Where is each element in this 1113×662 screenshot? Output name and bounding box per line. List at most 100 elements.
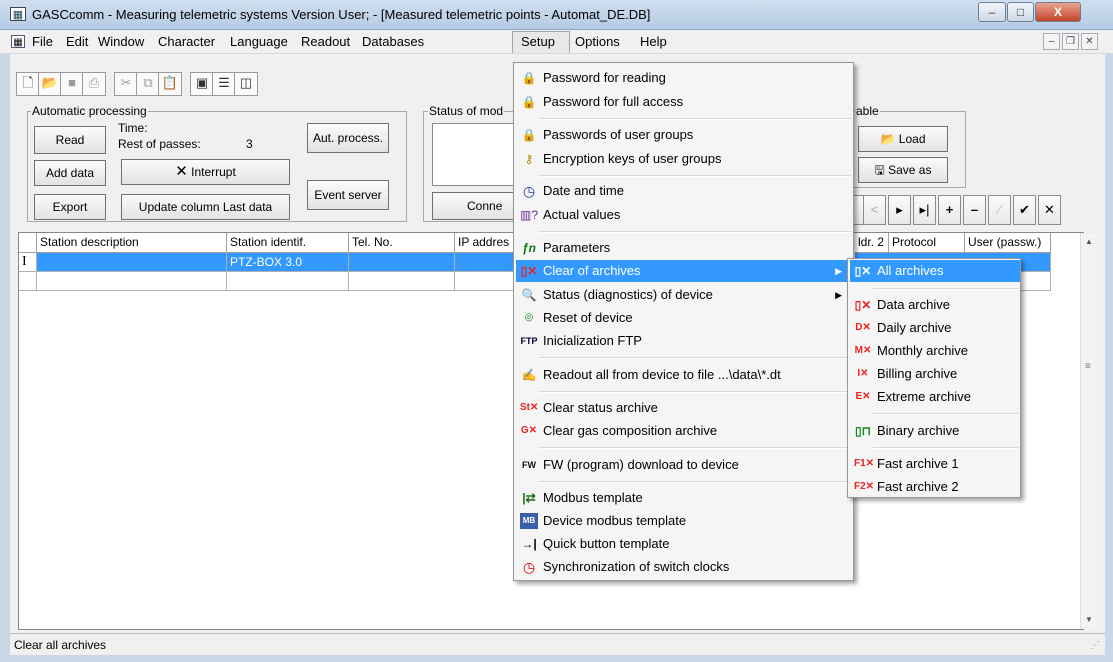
nav-edit-icon[interactable]: ∕ xyxy=(988,195,1011,225)
cell-identif[interactable]: PTZ-BOX 3.0 xyxy=(227,253,349,272)
menu-window[interactable]: Window xyxy=(98,34,144,49)
maximize-button[interactable]: □ xyxy=(1007,2,1034,22)
nav-post-icon[interactable]: ✔ xyxy=(1013,195,1036,225)
setup-menu: 🔒 Password for reading 🔒 Password for full… xyxy=(513,62,854,581)
menu-password-full[interactable]: 🔒 Password for full access xyxy=(516,91,852,113)
cascade-icon[interactable]: ▣ xyxy=(190,72,214,96)
cut-icon[interactable]: ✂ xyxy=(114,72,138,96)
menu-status-diagnostics[interactable]: 🔍 Status (diagnostics) of device ▶ xyxy=(516,284,852,306)
ftp-icon: FTP xyxy=(520,336,538,346)
nav-last-icon[interactable]: ▸| xyxy=(913,195,936,225)
menu-readout-file[interactable]: ✍ Readout all from device to file ...\dat… xyxy=(516,364,852,386)
menu-setup[interactable]: Setup xyxy=(521,34,555,49)
menu-init-ftp[interactable]: FTP Inicialization FTP xyxy=(516,330,852,352)
menu-file[interactable]: File xyxy=(32,34,53,49)
status-bar: Clear all archives ⋰ xyxy=(10,633,1105,655)
cell-description[interactable] xyxy=(37,272,227,291)
export-button[interactable]: Export xyxy=(34,194,106,220)
scroll-up-icon[interactable]: ▲ xyxy=(1085,237,1093,246)
cell-tel[interactable] xyxy=(349,272,455,291)
scroll-grip-icon[interactable]: ≡ xyxy=(1085,361,1091,372)
read-button[interactable]: Read xyxy=(34,126,106,154)
nav-insert-icon[interactable]: + xyxy=(938,195,961,225)
menu-options[interactable]: Options xyxy=(575,34,620,49)
submenu-fast-archive-1[interactable]: F1✕ Fast archive 1 xyxy=(850,453,1020,475)
menu-character[interactable]: Character xyxy=(158,34,215,49)
row-indicator[interactable]: I xyxy=(19,253,37,272)
menu-clear-gas[interactable]: G✕ Clear gas composition archive xyxy=(516,420,852,442)
close-button[interactable]: X xyxy=(1035,2,1081,22)
mdi-minimize-button[interactable]: – xyxy=(1043,33,1060,50)
event-server-button[interactable]: Event server xyxy=(307,180,389,210)
resize-grip-icon[interactable]: ⋰ xyxy=(1090,640,1100,651)
header-ip-address[interactable]: IP addres xyxy=(455,233,515,253)
interrupt-button[interactable]: ✕ Interrupt xyxy=(121,159,290,185)
mdi-close-button[interactable]: ✕ xyxy=(1081,33,1098,50)
header-addr-2[interactable]: ldr. 2 xyxy=(855,233,889,253)
header-tel-no[interactable]: Tel. No. xyxy=(349,233,455,253)
paste-icon[interactable]: 📋 xyxy=(158,72,182,96)
menu-clear-status[interactable]: St✕ Clear status archive xyxy=(516,397,852,419)
nav-previous-icon[interactable]: < xyxy=(863,195,886,225)
menu-password-reading[interactable]: 🔒 Password for reading xyxy=(516,67,852,89)
menu-help[interactable]: Help xyxy=(640,34,667,49)
update-column-button[interactable]: Update column Last data xyxy=(121,194,290,220)
print-icon[interactable]: ⎙ xyxy=(82,72,106,96)
menu-readout[interactable]: Readout xyxy=(301,34,350,49)
vertical-scrollbar[interactable]: ▲ ≡ ▼ xyxy=(1080,233,1097,629)
submenu-data-archive[interactable]: ▯✕ Data archive xyxy=(850,294,1020,316)
cell-description[interactable] xyxy=(37,253,227,272)
header-protocol[interactable]: Protocol xyxy=(889,233,965,253)
interrupt-label: Interrupt xyxy=(191,165,236,179)
menu-edit[interactable]: Edit xyxy=(66,34,88,49)
menu-parameters[interactable]: ƒn Parameters xyxy=(516,237,852,259)
open-icon[interactable]: 📂 xyxy=(38,72,62,96)
nav-delete-icon[interactable]: – xyxy=(963,195,986,225)
mdi-restore-button[interactable]: ❐ xyxy=(1062,33,1079,50)
new-icon[interactable]: 🗋 xyxy=(16,72,40,96)
minimize-button[interactable]: – xyxy=(978,2,1006,22)
tile-vertical-icon[interactable]: ◫ xyxy=(234,72,258,96)
header-user-passw[interactable]: User (passw.) xyxy=(965,233,1051,253)
menu-databases[interactable]: Databases xyxy=(362,34,424,49)
menu-language[interactable]: Language xyxy=(230,34,288,49)
menu-actual-values[interactable]: ▥? Actual values xyxy=(516,204,852,226)
scroll-down-icon[interactable]: ▼ xyxy=(1085,615,1093,624)
submenu-monthly-archive[interactable]: M✕ Monthly archive xyxy=(850,340,1020,362)
cell-ip[interactable] xyxy=(455,272,515,291)
load-button[interactable]: 📂 Load xyxy=(858,126,948,152)
cell-ip[interactable] xyxy=(455,253,515,272)
submenu-extreme-archive[interactable]: E✕ Extreme archive xyxy=(850,386,1020,408)
menu-fw-download[interactable]: FW FW (program) download to device xyxy=(516,454,852,476)
nav-next-icon[interactable]: ▸ xyxy=(888,195,911,225)
cell-tel[interactable] xyxy=(349,253,455,272)
connect-button[interactable]: Conne xyxy=(432,192,516,220)
submenu-fast-archive-2[interactable]: F2✕ Fast archive 2 xyxy=(850,476,1020,498)
save-as-button[interactable]: 🖫 Save as xyxy=(858,157,948,183)
aut-process-button[interactable]: Aut. process. xyxy=(307,123,389,153)
header-station-description[interactable]: Station description xyxy=(37,233,227,253)
cell-identif[interactable] xyxy=(227,272,349,291)
menu-clear-archives[interactable]: ▯✕ Clear of archives ▶ xyxy=(516,260,852,282)
submenu-binary-archive[interactable]: ▯⊓ Binary archive xyxy=(850,420,1020,442)
menu-encryption-keys[interactable]: ⚷ Encryption keys of user groups xyxy=(516,148,852,170)
menu-device-modbus[interactable]: MB Device modbus template xyxy=(516,510,852,532)
menu-passwords-groups[interactable]: 🔒 Passwords of user groups xyxy=(516,124,852,146)
header-station-identif[interactable]: Station identif. xyxy=(227,233,349,253)
document-icon[interactable]: ▦ xyxy=(11,35,25,48)
menu-modbus-template[interactable]: |⇄ Modbus template xyxy=(516,487,852,509)
menu-quick-button[interactable]: →| Quick button template xyxy=(516,533,852,555)
menu-date-time[interactable]: ◷ Date and time xyxy=(516,180,852,202)
tile-horizontal-icon[interactable]: ☰ xyxy=(212,72,236,96)
submenu-all-archives[interactable]: ▯✕ All archives xyxy=(850,260,1020,282)
menu-reset-device[interactable]: ◎ Reset of device xyxy=(516,307,852,329)
save-icon[interactable]: ■ xyxy=(60,72,84,96)
copy-icon[interactable]: ⧉ xyxy=(136,72,160,96)
add-data-button[interactable]: Add data xyxy=(34,160,106,186)
fast-archive-2-icon: F2✕ xyxy=(854,481,875,492)
submenu-billing-archive[interactable]: I✕ Billing archive xyxy=(850,363,1020,385)
submenu-daily-archive[interactable]: D✕ Daily archive xyxy=(850,317,1020,339)
row-indicator[interactable] xyxy=(19,272,37,291)
menu-sync-clocks[interactable]: ◷ Synchronization of switch clocks xyxy=(516,556,852,578)
nav-cancel-icon[interactable]: ✕ xyxy=(1038,195,1061,225)
